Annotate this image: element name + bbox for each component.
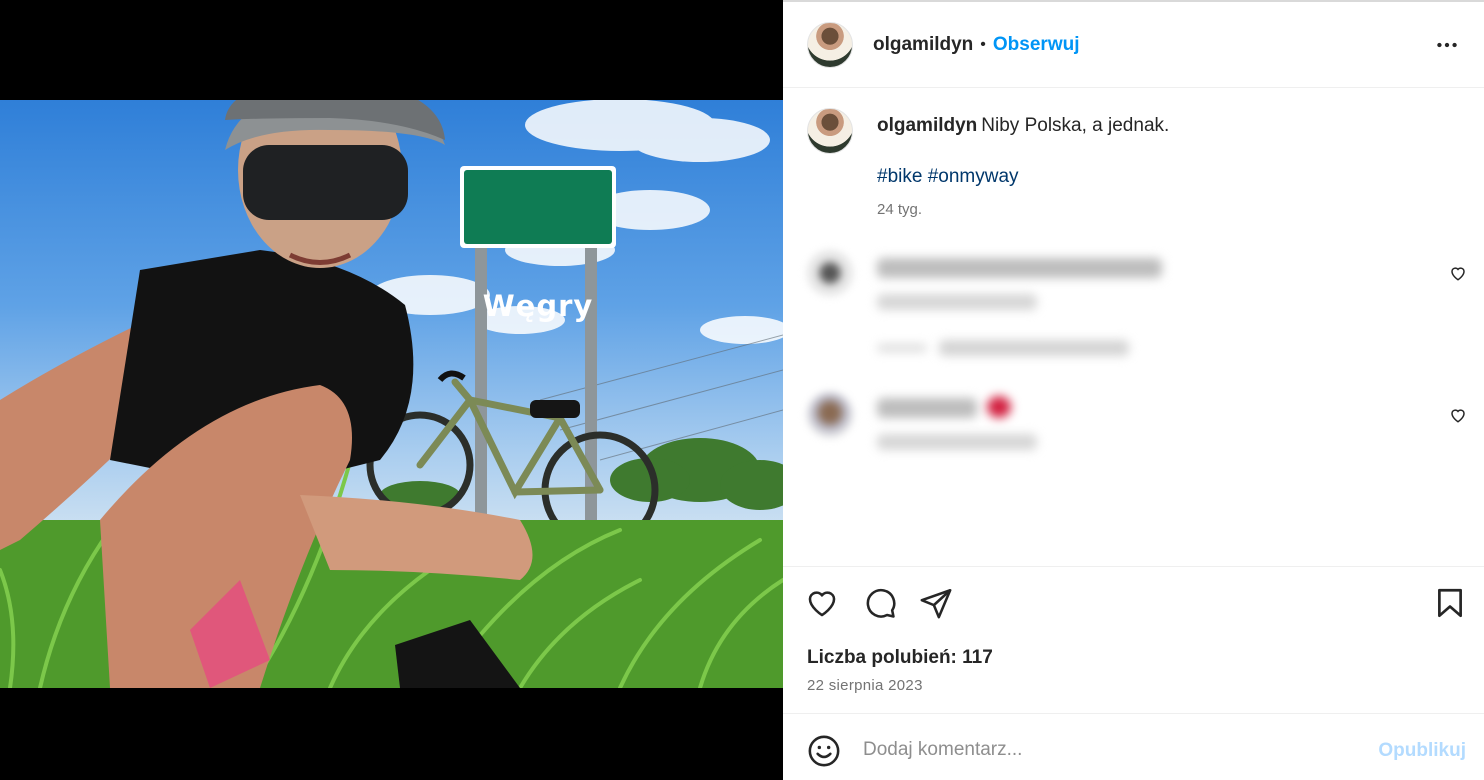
- comment-item: [807, 250, 1467, 356]
- add-comment-bar: Opublikuj: [783, 713, 1484, 780]
- comment-text-redacted: [877, 398, 977, 418]
- photo-illustration: [0, 100, 783, 688]
- more-icon[interactable]: [1434, 32, 1460, 58]
- action-bar: Liczba polubień: 117 22 sierpnia 2023: [783, 566, 1484, 713]
- bookmark-icon[interactable]: [1433, 586, 1467, 620]
- view-replies-redacted[interactable]: [939, 340, 1129, 356]
- comment-text-redacted: [877, 258, 1162, 278]
- caption-avatar[interactable]: [807, 108, 853, 154]
- post-date: 22 sierpnia 2023: [807, 677, 923, 694]
- caption-timestamp[interactable]: 24 tyg.: [877, 201, 1447, 218]
- comment-input[interactable]: [863, 732, 1343, 768]
- publish-button[interactable]: Opublikuj: [1378, 740, 1466, 762]
- send-icon[interactable]: [919, 586, 953, 620]
- caption-text: Niby Polska, a jednak.: [981, 115, 1170, 136]
- hashtag-link[interactable]: #bike: [877, 166, 922, 187]
- caption-hashtags: #bike #onmyway: [877, 165, 1447, 189]
- commenter-avatar[interactable]: [807, 392, 853, 438]
- likes-count[interactable]: Liczba polubień: 117: [807, 647, 993, 669]
- comment-icon[interactable]: [863, 586, 897, 620]
- author-username[interactable]: olgamildyn: [873, 34, 973, 56]
- replies-line-redacted: [877, 344, 927, 352]
- caption-line: olgamildyn Niby Polska, a jednak.: [877, 114, 1447, 138]
- post-panel: olgamildyn • Obserwuj olgamildyn Niby Pol…: [783, 0, 1484, 780]
- comment-heart-icon[interactable]: [1449, 264, 1467, 282]
- hashtag-link[interactable]: #onmyway: [928, 166, 1019, 187]
- comment-item: [807, 392, 1467, 452]
- commenter-avatar[interactable]: [807, 250, 853, 296]
- separator-dot: •: [980, 35, 986, 53]
- emoji-icon[interactable]: [807, 734, 841, 768]
- town-sign-text: Węgry: [482, 289, 594, 323]
- caption-username[interactable]: olgamildyn: [877, 115, 977, 136]
- heart-icon[interactable]: [805, 586, 839, 620]
- post-photo: Węgry: [0, 100, 783, 688]
- post-media[interactable]: Węgry: [0, 0, 783, 780]
- comment-meta-redacted: [877, 434, 1037, 450]
- caption-body: olgamildyn Niby Polska, a jednak. #bike #…: [877, 114, 1447, 218]
- comment-meta-redacted: [877, 294, 1037, 310]
- author-avatar[interactable]: [807, 21, 853, 68]
- follow-button[interactable]: Obserwuj: [993, 34, 1080, 56]
- comment-heart-icon[interactable]: [1449, 406, 1467, 424]
- post-header: olgamildyn • Obserwuj: [783, 2, 1484, 88]
- heart-emoji-redacted: [987, 396, 1011, 418]
